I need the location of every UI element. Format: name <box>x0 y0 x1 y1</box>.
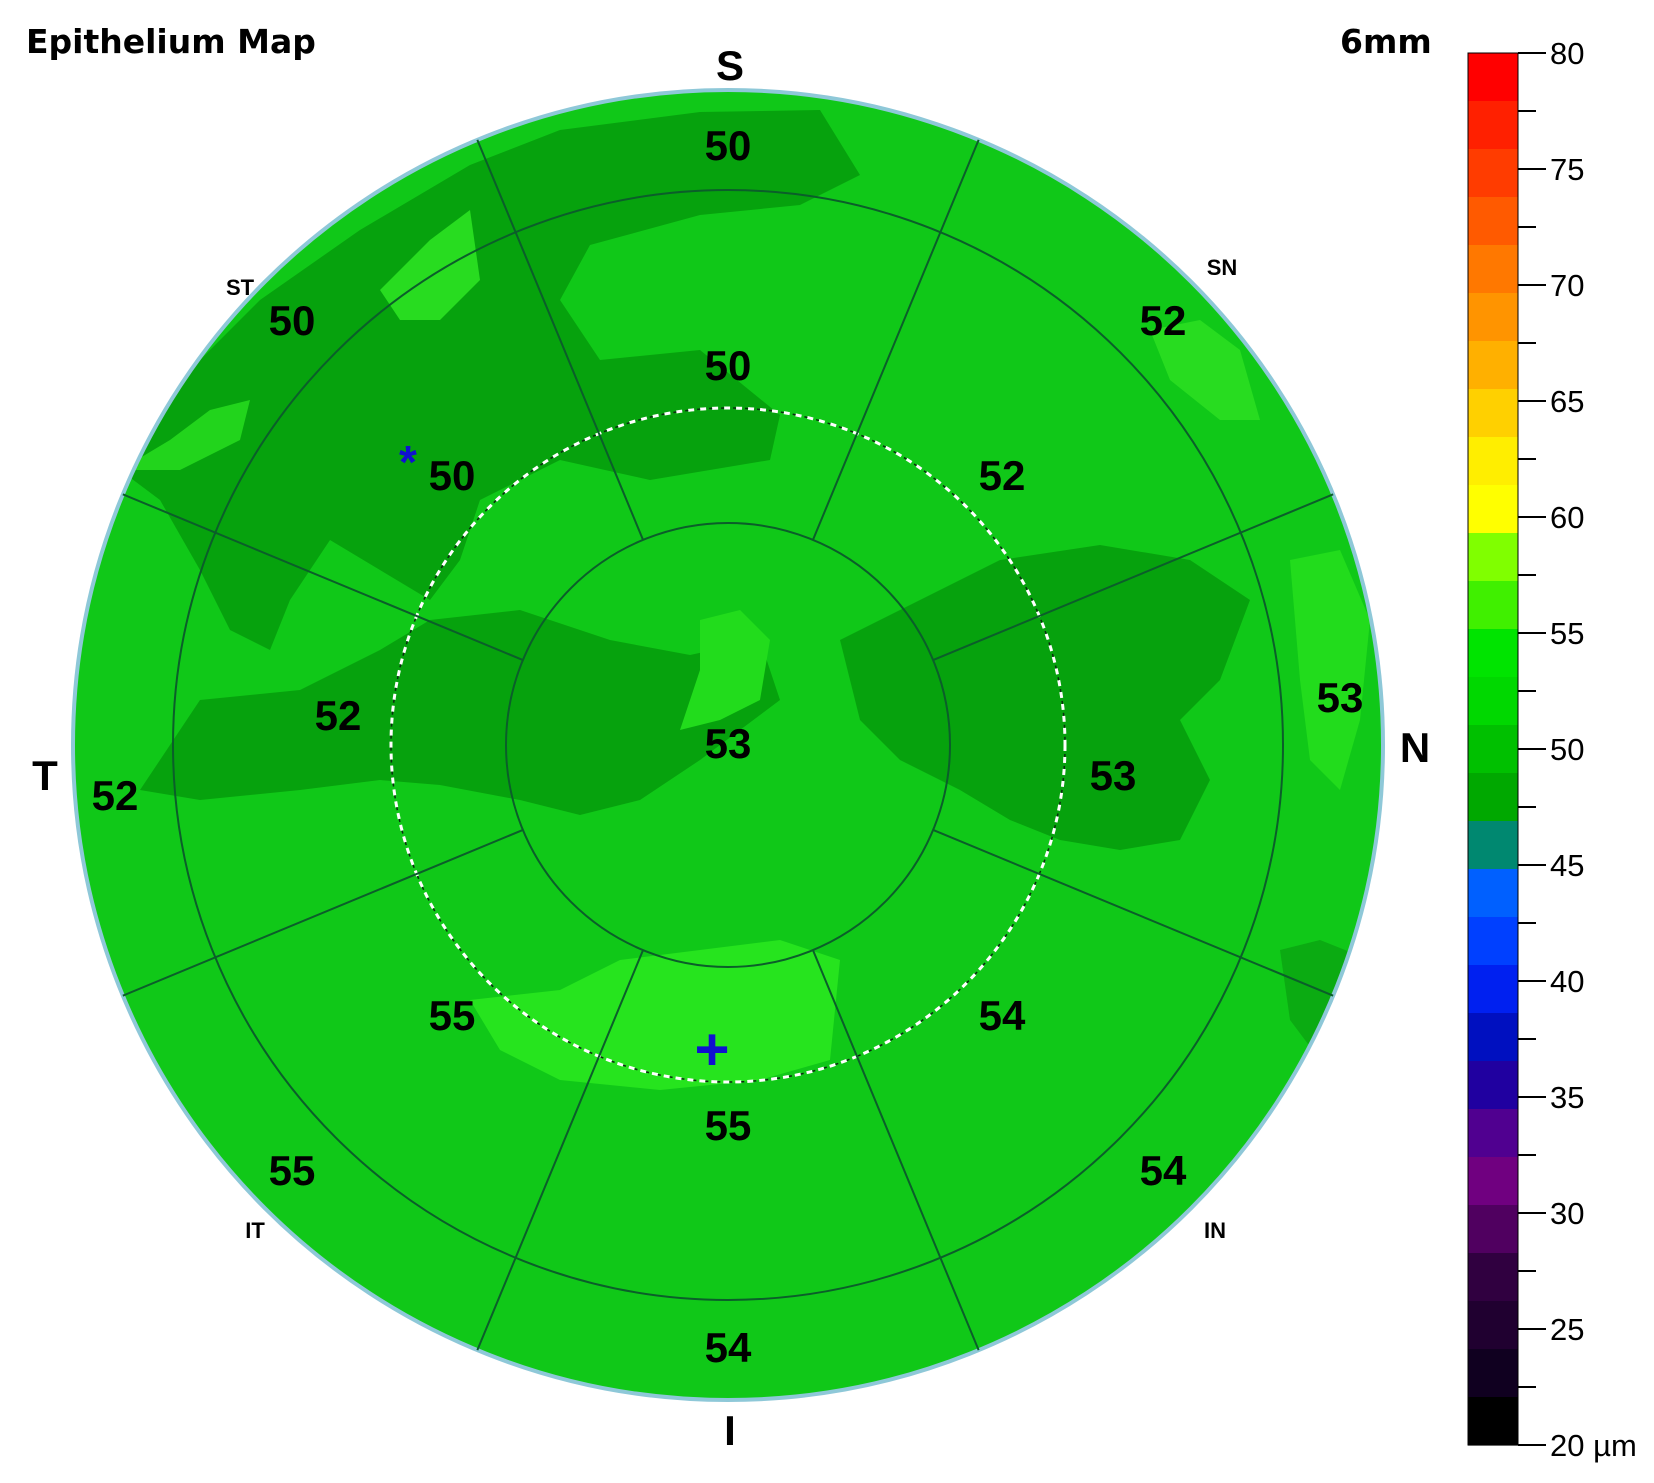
orient-temporal: T <box>32 752 58 799</box>
color-scale-swatch <box>1468 1349 1518 1398</box>
color-scale-swatch <box>1468 1301 1518 1350</box>
value-mid-in: 54 <box>1140 1147 1187 1194</box>
color-scale-swatch <box>1468 149 1518 198</box>
color-scale-tick-label: 40 <box>1550 964 1584 999</box>
color-scale-swatch <box>1468 1397 1518 1446</box>
color-scale-tick-label: 80 <box>1550 36 1584 71</box>
color-scale-tick-label: 30 <box>1550 1196 1584 1231</box>
color-scale-swatch <box>1468 293 1518 342</box>
thickness-map: * + 53 50 52 53 54 55 55 52 50 50 52 53 … <box>32 36 1637 1463</box>
value-paracentral-st: 50 <box>429 452 476 499</box>
value-mid-st: 50 <box>269 297 316 344</box>
color-scale-swatch <box>1468 725 1518 774</box>
color-scale-swatch <box>1468 917 1518 966</box>
orient-inferior: I <box>724 1407 736 1454</box>
value-mid-n: 53 <box>1317 674 1364 721</box>
color-scale-swatch <box>1468 677 1518 726</box>
color-scale-swatch <box>1468 1157 1518 1206</box>
color-scale-tick-label: 50 <box>1550 732 1584 767</box>
color-scale-tick-label: 65 <box>1550 384 1584 419</box>
color-scale-swatch <box>1468 53 1518 102</box>
color-scale-swatch <box>1468 821 1518 870</box>
color-scale-swatch <box>1468 1109 1518 1158</box>
color-scale-swatch <box>1468 629 1518 678</box>
color-scale-swatch <box>1468 1013 1518 1062</box>
color-scale-swatch <box>1468 101 1518 150</box>
value-mid-sn: 52 <box>1140 297 1187 344</box>
value-paracentral-sn: 52 <box>979 452 1026 499</box>
color-scale-swatch <box>1468 341 1518 390</box>
color-scale-tick-label: 45 <box>1550 848 1584 883</box>
color-scale-swatch <box>1468 965 1518 1014</box>
max-marker: + <box>694 1016 729 1083</box>
value-paracentral-it: 55 <box>429 992 476 1039</box>
value-mid-i: 54 <box>705 1324 752 1371</box>
value-paracentral-s: 50 <box>705 342 752 389</box>
color-scale-swatch <box>1468 869 1518 918</box>
orient-nasal: N <box>1400 724 1430 771</box>
color-scale-swatch <box>1468 389 1518 438</box>
color-scale-swatch <box>1468 1253 1518 1302</box>
value-paracentral-i: 55 <box>705 1102 752 1149</box>
value-mid-t: 52 <box>92 772 139 819</box>
orient-inferonasal: IN <box>1204 1218 1226 1243</box>
value-center: 53 <box>705 720 752 767</box>
orient-inferotemporal: IT <box>245 1218 265 1243</box>
color-scale-tick-label: 70 <box>1550 268 1584 303</box>
orient-superior: S <box>716 42 744 89</box>
color-scale-swatch <box>1468 533 1518 582</box>
value-paracentral-n: 53 <box>1090 752 1137 799</box>
epithelium-map-figure: Epithelium Map 6mm * + 53 50 52 53 54 55… <box>0 0 1654 1483</box>
color-scale-ticks: 80 75 70 65 60 55 50 45 40 35 30 25 20 µm <box>1518 36 1637 1463</box>
color-scale-swatch <box>1468 1205 1518 1254</box>
color-scale-swatch <box>1468 581 1518 630</box>
color-scale-tick-label: 55 <box>1550 616 1584 651</box>
value-mid-it: 55 <box>269 1147 316 1194</box>
orient-superotemporal: ST <box>226 275 255 300</box>
min-marker: * <box>399 436 417 488</box>
color-scale-tick-label: 75 <box>1550 152 1584 187</box>
color-scale-swatch <box>1468 437 1518 486</box>
value-mid-s: 50 <box>705 122 752 169</box>
color-scale-tick-label: 60 <box>1550 500 1584 535</box>
color-scale-swatch <box>1468 485 1518 534</box>
color-scale-tick-label: 20 µm <box>1550 1428 1637 1463</box>
orient-superonasal: SN <box>1207 255 1238 280</box>
color-scale-tick-label: 35 <box>1550 1080 1584 1115</box>
color-scale-swatch <box>1468 1061 1518 1110</box>
value-paracentral-in: 54 <box>979 992 1026 1039</box>
color-scale-swatch <box>1468 197 1518 246</box>
color-scale-swatch <box>1468 245 1518 294</box>
color-scale-bar <box>1467 52 1519 1446</box>
value-paracentral-t: 52 <box>315 692 362 739</box>
color-scale-tick-label: 25 <box>1550 1312 1584 1347</box>
color-scale-swatch <box>1468 773 1518 822</box>
